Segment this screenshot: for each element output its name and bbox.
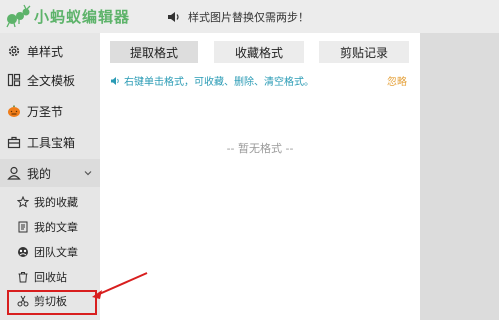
empty-state-text: -- 暂无格式 -- — [226, 142, 294, 155]
sidebar-item-label: 工具宝箱 — [27, 135, 76, 150]
sidebar-subitem-my-articles[interactable]: 我的文章 — [0, 218, 100, 236]
background-area — [420, 33, 499, 320]
pumpkin-icon — [7, 104, 21, 118]
sidebar-item-label: 我的 — [27, 166, 52, 181]
sidebar-item-mine[interactable]: 我的 — [0, 159, 100, 187]
sidebar-subitem-label: 回收站 — [34, 271, 67, 284]
sidebar-item-label: 单样式 — [27, 44, 64, 59]
sidebar-item-single-style[interactable]: 单样式 — [0, 41, 100, 61]
sidebar-subitem-label: 我的收藏 — [34, 196, 78, 209]
tab-extract-format[interactable]: 提取格式 — [110, 41, 198, 63]
ant-logo-icon — [6, 4, 31, 28]
tab-saved-formats[interactable]: 收藏格式 — [214, 41, 304, 63]
trash-icon — [17, 271, 29, 283]
tab-label: 剪贴记录 — [339, 45, 388, 60]
top-bar: 小蚂蚁编辑器 样式图片替换仅需两步！ — [0, 0, 499, 33]
notice-text: 样式图片替换仅需两步！ — [188, 11, 309, 24]
gear-icon — [7, 44, 21, 58]
tab-label: 收藏格式 — [234, 45, 283, 60]
hint-label: 右键单击格式，可收藏、删除、清空格式。 — [124, 77, 314, 88]
speaker-icon — [111, 76, 119, 85]
sidebar-item-toolbox[interactable]: 工具宝箱 — [0, 131, 100, 153]
star-icon — [17, 196, 29, 208]
speaker-icon — [168, 12, 179, 22]
sidebar-subitem-team-articles[interactable]: 团队文章 — [0, 243, 100, 261]
format-panel: 提取格式 收藏格式 剪贴记录 右键单击格式，可收藏、删除、清空格式。 忽略 --… — [100, 33, 420, 320]
sidebar-item-label: 全文模板 — [27, 73, 76, 88]
team-icon — [17, 246, 29, 258]
annotation-highlight-box — [7, 290, 97, 315]
sidebar-item-label: 万圣节 — [27, 104, 64, 119]
ignore-link[interactable]: 忽略 — [387, 73, 407, 88]
hint-text: 右键单击格式，可收藏、删除、清空格式。 — [110, 73, 314, 88]
sidebar-item-halloween[interactable]: 万圣节 — [0, 101, 100, 121]
sidebar-subitem-label: 我的文章 — [34, 221, 78, 234]
tab-label: 提取格式 — [129, 45, 178, 60]
user-icon — [7, 166, 21, 180]
chevron-down-icon — [84, 171, 92, 176]
tab-clip-history[interactable]: 剪贴记录 — [319, 41, 409, 63]
template-icon — [7, 73, 21, 87]
toolbox-icon — [7, 135, 21, 149]
sidebar-subitem-favorites[interactable]: 我的收藏 — [0, 193, 100, 211]
sidebar-item-full-template[interactable]: 全文模板 — [0, 70, 100, 90]
app-logo[interactable]: 小蚂蚁编辑器 — [5, 3, 140, 29]
sidebar-subitem-label: 团队文章 — [34, 246, 78, 259]
logo-text: 小蚂蚁编辑器 — [34, 7, 131, 26]
sidebar-subitem-recycle-bin[interactable]: 回收站 — [0, 268, 100, 286]
notice-bar[interactable]: 样式图片替换仅需两步！ — [167, 9, 309, 25]
sidebar: 单样式 全文模板 万圣节 工具宝箱 我的 我的收藏 我的文章 团队文章 回收站 … — [0, 33, 100, 320]
document-icon — [17, 221, 29, 233]
